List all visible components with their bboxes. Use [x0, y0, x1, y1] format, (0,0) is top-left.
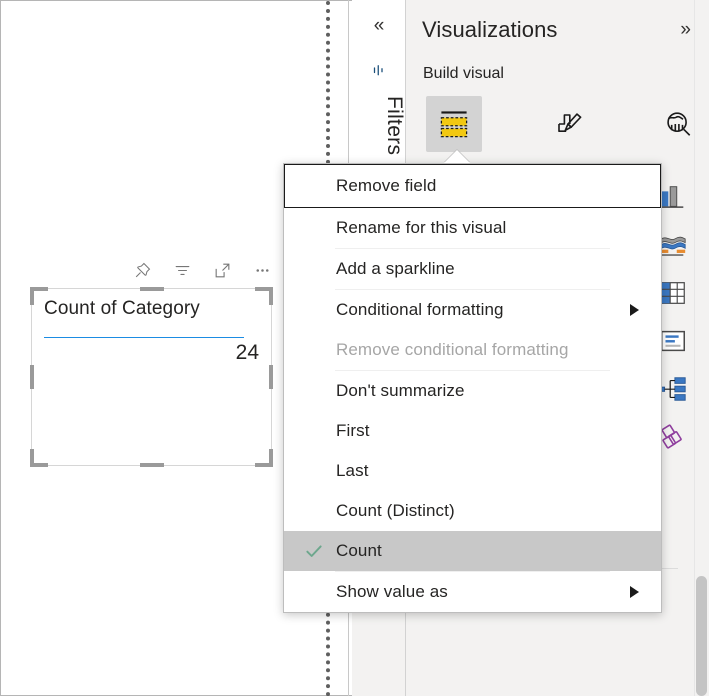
menu-item-remove-field[interactable]: Remove field: [284, 164, 661, 208]
collapse-filters-icon[interactable]: «: [352, 16, 406, 35]
resize-handle-right[interactable]: [269, 365, 273, 389]
field-context-menu: Remove field Rename for this visual Add a …: [283, 163, 662, 613]
resize-handle-top-left[interactable]: [30, 287, 48, 305]
menu-item-label: Conditional formatting: [336, 300, 504, 319]
menu-item-label: Don't summarize: [336, 381, 465, 400]
more-options-icon[interactable]: [252, 260, 272, 280]
card-accent-rule: [44, 337, 244, 338]
menu-item-don-t-summarize[interactable]: Don't summarize: [284, 371, 661, 411]
card-value: 24: [235, 341, 259, 364]
menu-item-rename-for-this-visual[interactable]: Rename for this visual: [284, 208, 661, 248]
card-visual[interactable]: Count of Category 24: [30, 255, 274, 470]
menu-item-label: Count: [336, 541, 382, 560]
focus-mode-icon[interactable]: [212, 260, 232, 280]
pane-scrollbar-thumb[interactable]: [696, 576, 707, 696]
build-visual-tab[interactable]: [426, 96, 482, 152]
check-icon: [304, 541, 324, 561]
menu-item-label: First: [336, 421, 370, 440]
menu-item-label: Count (Distinct): [336, 501, 455, 520]
menu-item-label: Remove field: [336, 176, 437, 195]
menu-item-conditional-formatting[interactable]: Conditional formatting: [284, 290, 661, 330]
menu-item-remove-conditional-formatting: Remove conditional formatting: [284, 330, 661, 370]
filters-pane-label: Filters: [383, 96, 406, 156]
build-visual-heading: Build visual: [423, 65, 504, 82]
filter-icon[interactable]: [172, 260, 192, 280]
menu-item-add-a-sparkline[interactable]: Add a sparkline: [284, 249, 661, 289]
powerbi-report-window: Count of Category 24 « Filters Visualiza…: [0, 0, 709, 696]
visualizations-pane-title: Visualizations: [422, 17, 558, 42]
resize-handle-bottom[interactable]: [139, 463, 164, 467]
pane-scrollbar[interactable]: [694, 0, 709, 696]
resize-handle-top-right[interactable]: [255, 287, 273, 305]
menu-item-first[interactable]: First: [284, 411, 661, 451]
expand-pane-icon[interactable]: »: [680, 20, 691, 39]
pin-icon[interactable]: [132, 260, 152, 280]
menu-item-count[interactable]: Count: [284, 531, 661, 571]
submenu-arrow-icon: [630, 586, 639, 598]
resize-handle-left[interactable]: [30, 365, 34, 389]
menu-item-label: Add a sparkline: [336, 259, 455, 278]
menu-item-label: Show value as: [336, 582, 448, 601]
resize-handle-top[interactable]: [139, 287, 164, 291]
submenu-arrow-icon: [630, 304, 639, 316]
build-visual-tabs: [416, 96, 699, 152]
menu-item-count-distinct[interactable]: Count (Distinct): [284, 491, 661, 531]
menu-item-label: Last: [336, 461, 369, 480]
format-visual-tab[interactable]: [540, 96, 596, 152]
menu-item-label: Remove conditional formatting: [336, 340, 569, 359]
visual-header-toolbar[interactable]: [132, 255, 272, 285]
menu-item-show-value-as[interactable]: Show value as: [284, 572, 661, 612]
menu-item-last[interactable]: Last: [284, 451, 661, 491]
resize-handle-bottom-right[interactable]: [255, 449, 273, 467]
card-title: Count of Category: [44, 298, 200, 319]
menu-item-label: Rename for this visual: [336, 218, 507, 237]
card-visual-frame[interactable]: Count of Category 24: [30, 287, 273, 467]
filter-pane-icon[interactable]: [352, 62, 406, 85]
context-menu-caret: [444, 150, 470, 163]
resize-handle-bottom-left[interactable]: [30, 449, 48, 467]
